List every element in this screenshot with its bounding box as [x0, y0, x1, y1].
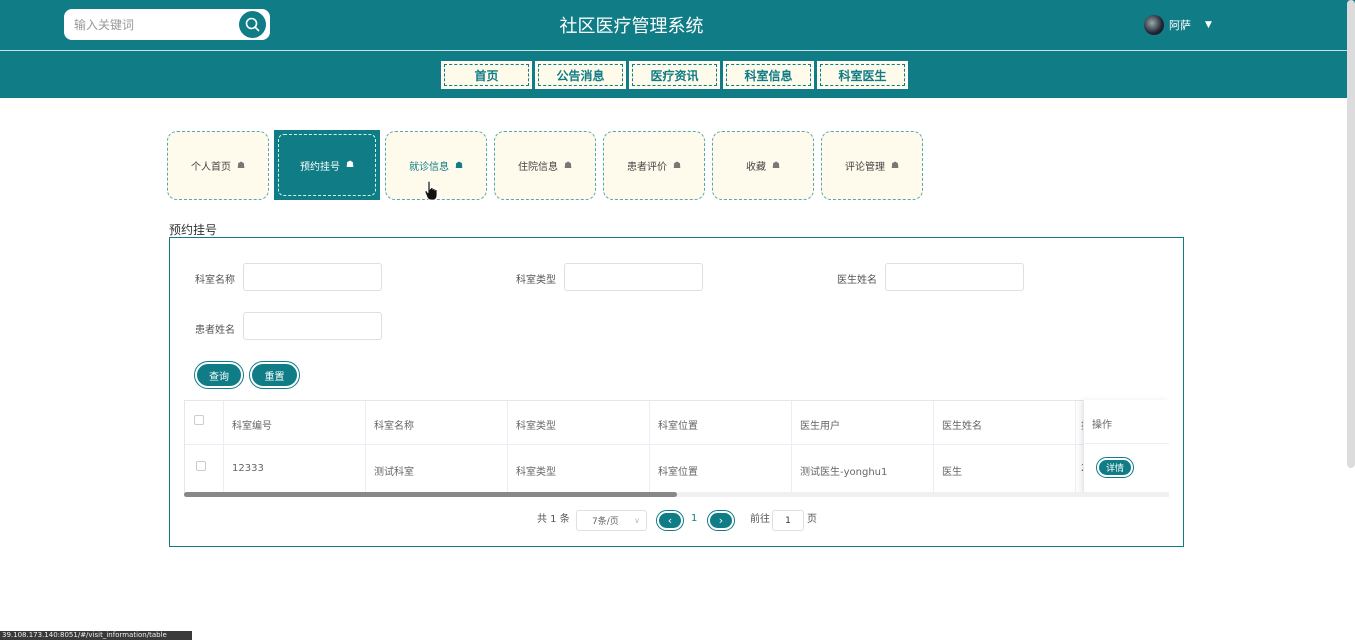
cell-doctor-user: 测试医生-yonghu1 — [800, 467, 888, 478]
col-divider — [507, 401, 508, 492]
home-icon: ☗ — [771, 160, 781, 171]
col-divider — [791, 401, 792, 492]
prev-page-button[interactable]: ‹ — [656, 510, 684, 531]
home-icon: ☗ — [890, 160, 900, 171]
doctor-name-input[interactable] — [885, 263, 1024, 291]
dept-name-input[interactable] — [243, 263, 382, 291]
tab-hospital-info[interactable]: 住院信息 ☗ — [494, 131, 596, 200]
tab-label: 就诊信息 — [408, 162, 449, 173]
dept-type-label: 科室类型 — [516, 275, 556, 286]
cell-doctor-name: 医生 — [942, 467, 962, 478]
tab-label: 个人首页 — [190, 162, 231, 173]
dept-type-input[interactable] — [564, 263, 703, 291]
detail-button[interactable]: 详情 — [1096, 457, 1134, 478]
row-checkbox[interactable] — [196, 461, 206, 471]
col-header-dept-id: 科室编号 — [232, 421, 272, 432]
home-icon: ☗ — [236, 160, 246, 171]
patient-name-input[interactable] — [243, 312, 382, 340]
hand-cursor-icon — [424, 180, 438, 201]
operation-column: 操作 详情 — [1083, 400, 1169, 493]
home-icon: ☗ — [454, 160, 464, 171]
tab-favorites[interactable]: 收藏 ☗ — [712, 131, 814, 200]
nav-departments[interactable]: 科室信息 — [723, 61, 814, 89]
page-size-select[interactable]: 7条/页 ∨ — [576, 510, 647, 531]
table-scrollbar[interactable] — [184, 492, 677, 497]
goto-page-input[interactable]: 1 — [772, 510, 804, 531]
header-divider — [0, 50, 1355, 51]
pagination-total: 共 1 条 — [537, 514, 570, 525]
status-bar-url: 39.108.173.140:8051/#/visit_information/… — [0, 631, 192, 640]
current-page[interactable]: 1 — [691, 513, 697, 524]
home-icon: ☗ — [563, 160, 573, 171]
col-header-doctor-name: 医生姓名 — [942, 421, 982, 432]
tab-comments[interactable]: 评论管理 ☗ — [821, 131, 923, 200]
cell-dept-name: 测试科室 — [374, 467, 414, 478]
tab-label: 收藏 — [745, 162, 766, 173]
tab-label: 住院信息 — [517, 162, 558, 173]
main-nav: 首页 公告消息 医疗资讯 科室信息 科室医生 — [441, 61, 908, 89]
goto-suffix: 页 — [807, 514, 817, 525]
col-divider — [365, 401, 366, 492]
cell-dept-location: 科室位置 — [658, 467, 698, 478]
page-size-value: 7条/页 — [592, 517, 619, 527]
patient-name-label: 患者姓名 — [195, 325, 235, 336]
col-divider — [933, 401, 934, 492]
col-header-doctor-user: 医生用户 — [800, 421, 840, 432]
col-header-operation: 操作 — [1092, 420, 1112, 431]
tab-label: 评论管理 — [844, 162, 885, 173]
nav-news[interactable]: 医疗资讯 — [629, 61, 720, 89]
page-scrollbar[interactable] — [1347, 0, 1355, 468]
tab-label: 患者评价 — [626, 162, 667, 173]
tab-active-border — [278, 134, 376, 196]
col-divider — [1075, 401, 1076, 492]
chevron-down-icon: ▼ — [1205, 20, 1212, 30]
nav-home[interactable]: 首页 — [441, 61, 532, 89]
section-title: 预约挂号 — [169, 223, 218, 237]
cell-dept-type: 科室类型 — [516, 467, 556, 478]
nav-doctors[interactable]: 科室医生 — [817, 61, 908, 89]
tab-appointment[interactable]: 预约挂号 ☗ — [274, 130, 380, 200]
avatar — [1144, 15, 1164, 35]
row-divider — [1084, 443, 1169, 444]
col-header-dept-type: 科室类型 — [516, 421, 556, 432]
goto-label: 前往 — [750, 514, 770, 525]
user-menu[interactable]: 阿萨 ▼ — [1144, 15, 1212, 35]
home-icon: ☗ — [672, 160, 682, 171]
tab-personal-home[interactable]: 个人首页 ☗ — [167, 131, 269, 200]
nav-notices[interactable]: 公告消息 — [535, 61, 626, 89]
site-title: 社区医疗管理系统 — [559, 16, 704, 37]
query-button[interactable]: 查询 — [194, 361, 244, 389]
col-divider — [223, 401, 224, 492]
chevron-down-icon: ∨ — [634, 516, 640, 525]
col-header-dept-location: 科室位置 — [658, 421, 698, 432]
data-table: 科室编号 科室名称 科室类型 科室位置 医生用户 医生姓名 挂 12333 测试… — [184, 400, 1169, 493]
cell-dept-id: 12333 — [232, 463, 264, 474]
doctor-name-label: 医生姓名 — [837, 275, 877, 286]
select-all-checkbox[interactable] — [194, 415, 204, 425]
col-divider — [649, 401, 650, 492]
col-header-dept-name: 科室名称 — [374, 421, 414, 432]
dept-name-label: 科室名称 — [195, 275, 235, 286]
tab-patient-review[interactable]: 患者评价 ☗ — [603, 131, 705, 200]
next-page-button[interactable]: › — [707, 510, 735, 531]
row-divider — [185, 444, 1168, 445]
username: 阿萨 — [1169, 19, 1191, 32]
reset-button[interactable]: 重置 — [249, 361, 300, 389]
